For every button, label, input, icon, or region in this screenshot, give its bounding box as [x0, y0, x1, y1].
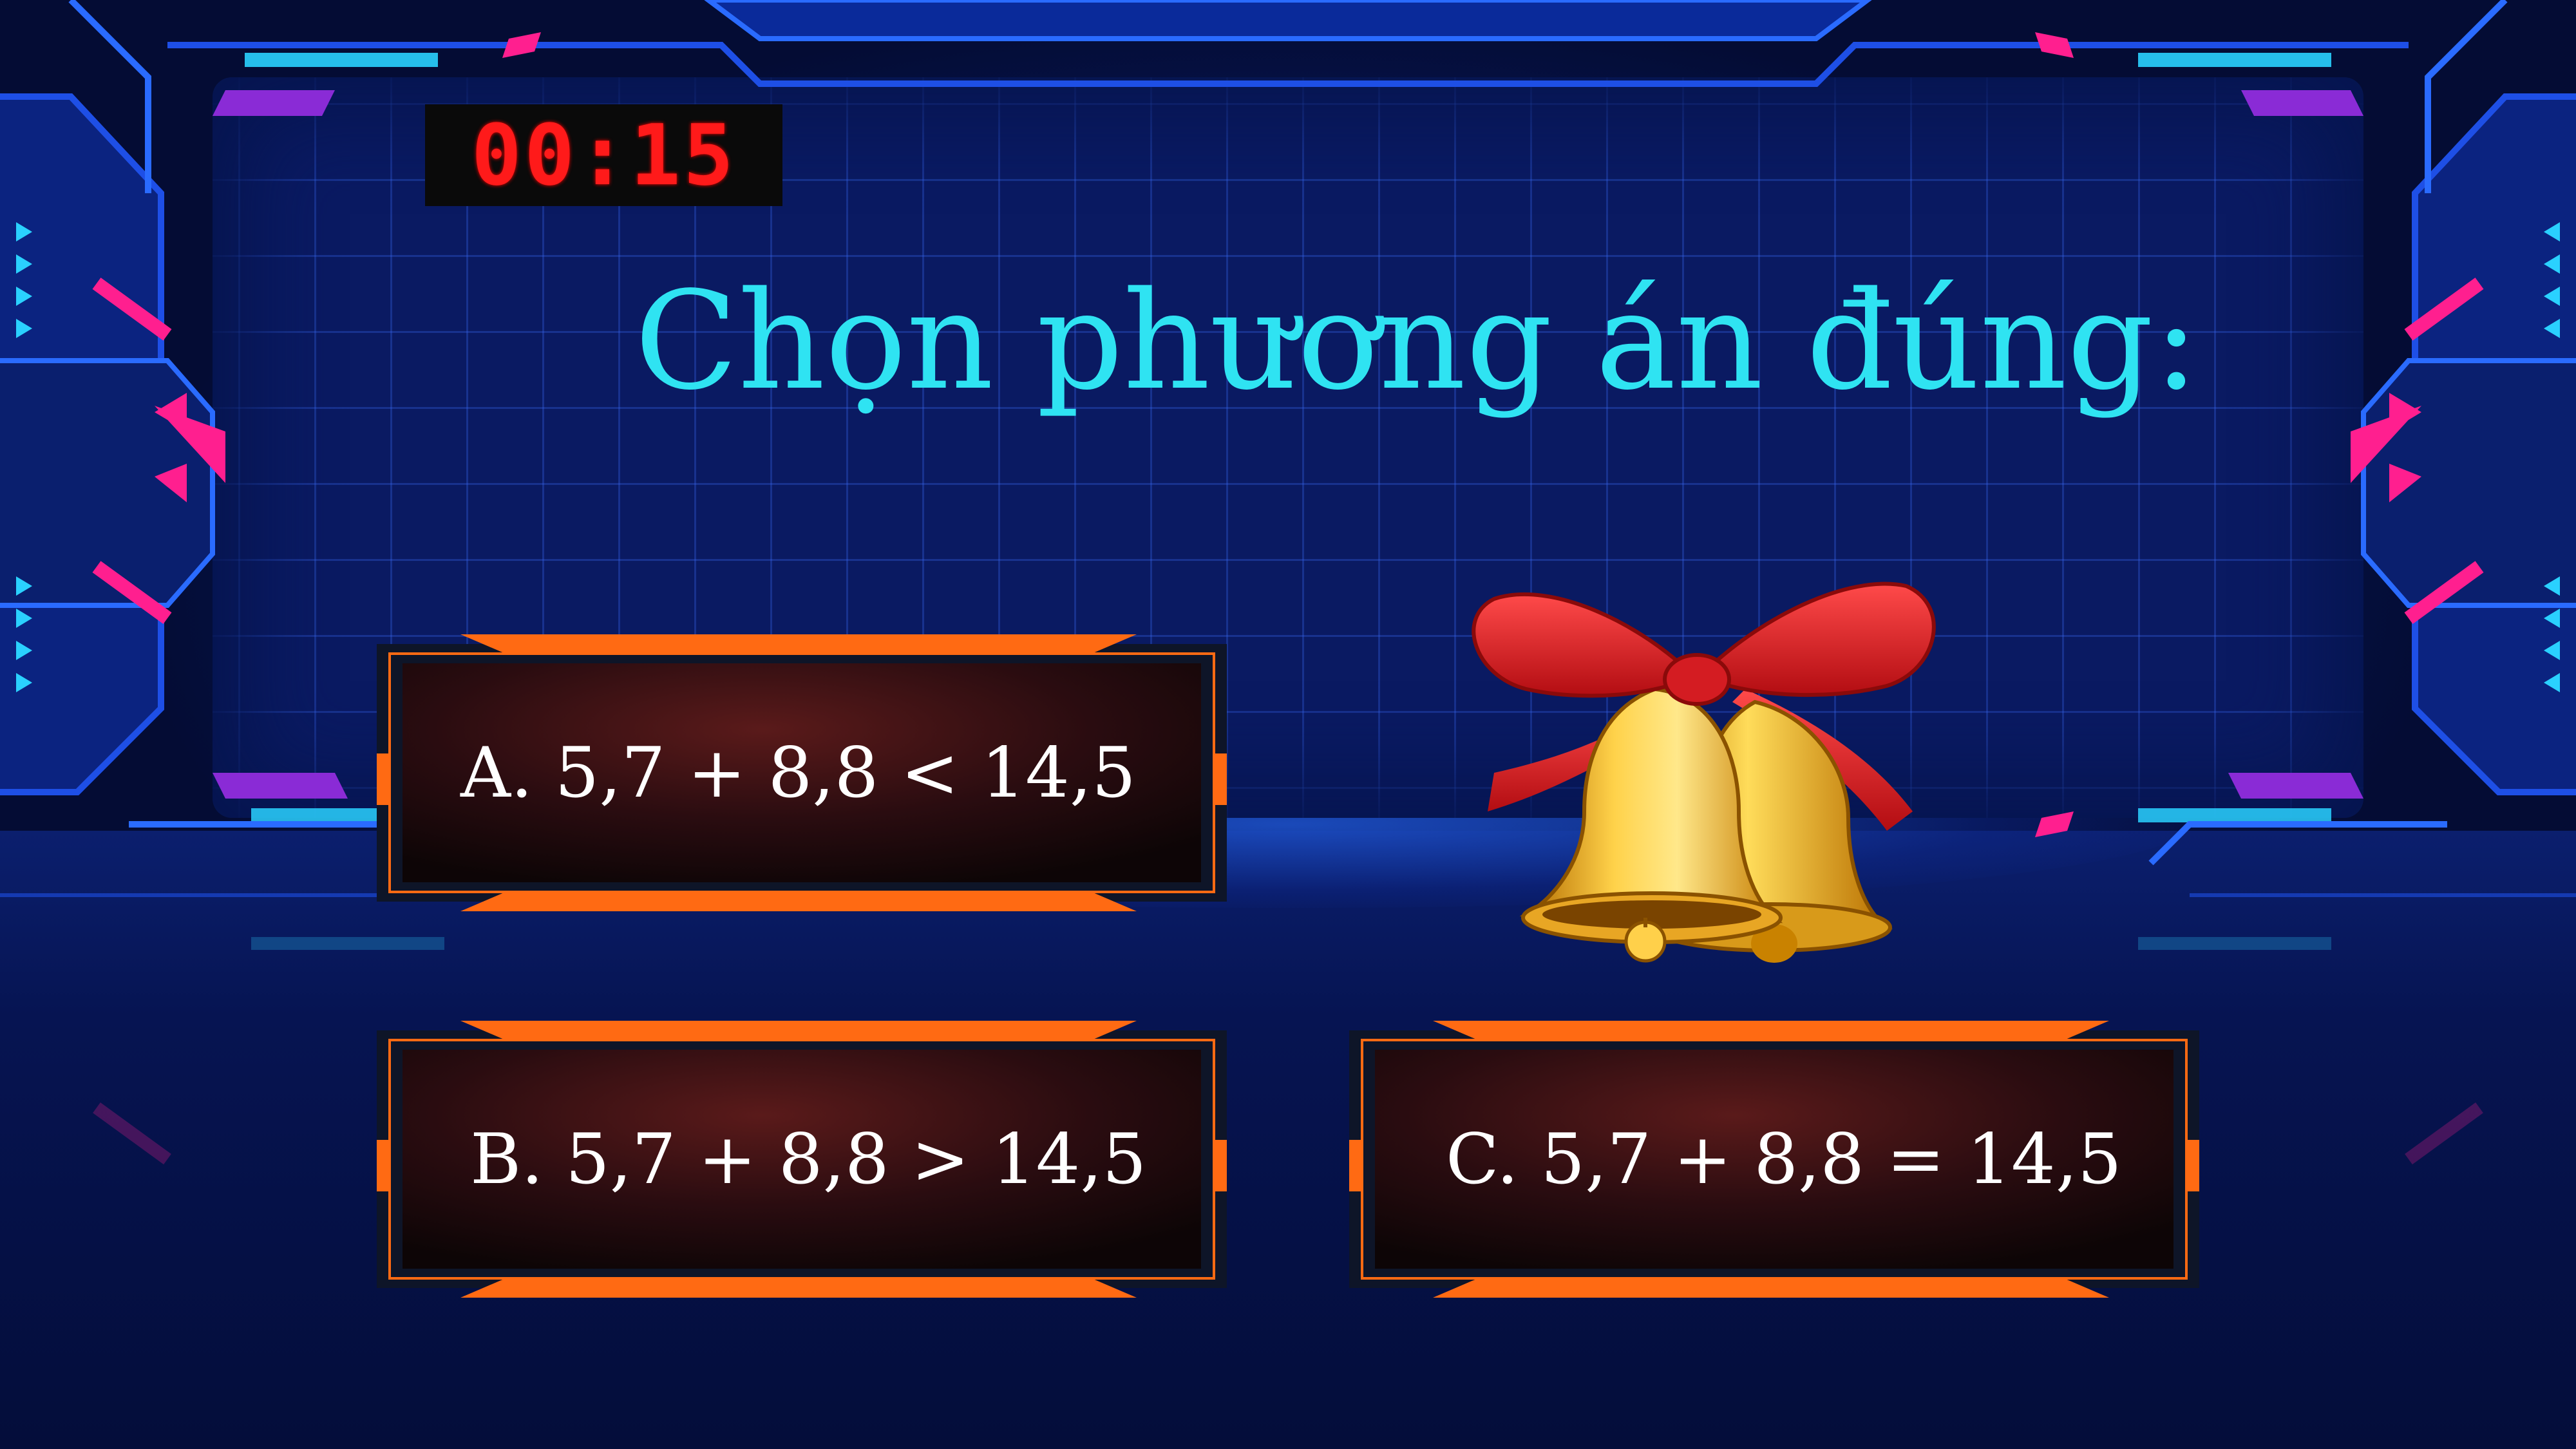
question-prompt: Chọn phương án đúng:	[634, 262, 2199, 420]
game-stage: 00:15 Chọn phương án đúng: A. 5,7 + 8,8 …	[0, 0, 2576, 1449]
answer-option-c[interactable]: C. 5,7 + 8,8 = 14,5	[1349, 1021, 2199, 1298]
answer-option-a[interactable]: A. 5,7 + 8,8 < 14,5	[377, 634, 1227, 911]
answer-label: B. 5,7 + 8,8 > 14,5	[470, 1119, 1147, 1200]
bells-ribbon-icon	[1472, 582, 1936, 963]
answer-label: C. 5,7 + 8,8 = 14,5	[1446, 1119, 2122, 1200]
answer-label: A. 5,7 + 8,8 < 14,5	[460, 732, 1136, 813]
countdown-timer: 00:15	[425, 104, 782, 206]
timer-value: 00:15	[471, 106, 737, 204]
answer-option-b[interactable]: B. 5,7 + 8,8 > 14,5	[377, 1021, 1227, 1298]
